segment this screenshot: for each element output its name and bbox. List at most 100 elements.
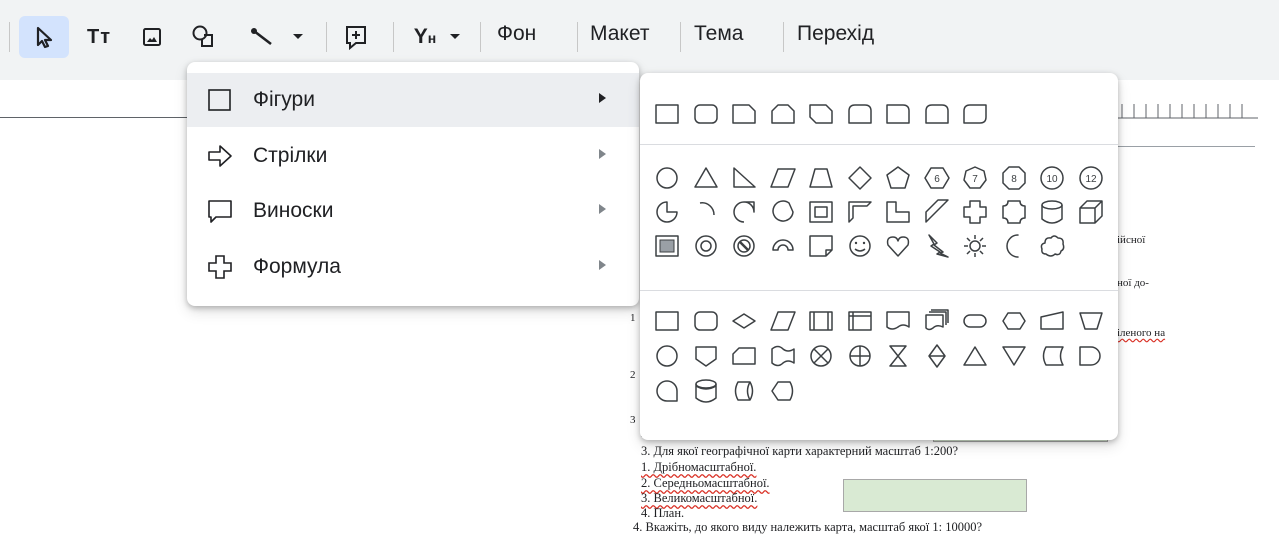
- shape-option[interactable]: [1038, 198, 1066, 226]
- shape-option[interactable]: [884, 100, 912, 128]
- shape-option[interactable]: 8: [1000, 164, 1028, 192]
- shape-option[interactable]: [884, 232, 912, 260]
- menu-item-shapes[interactable]: Фігури: [187, 73, 639, 127]
- shape-option[interactable]: [1000, 198, 1028, 226]
- layout-button[interactable]: Макет: [590, 22, 649, 46]
- arrow-right-icon: [208, 145, 232, 167]
- shape-option[interactable]: [846, 100, 874, 128]
- shape-option[interactable]: [884, 164, 912, 192]
- menu-item-arrows[interactable]: Стрілки: [187, 129, 639, 183]
- shape-option[interactable]: [1038, 232, 1066, 260]
- shape-option[interactable]: [846, 198, 874, 226]
- shape-option[interactable]: [1077, 307, 1105, 335]
- background-button[interactable]: Фон: [497, 22, 536, 46]
- shape-option[interactable]: [730, 307, 758, 335]
- shape-option[interactable]: [692, 232, 720, 260]
- shape-glyph-icon: [1005, 234, 1019, 258]
- doc-text-fragment: ійсної: [1117, 234, 1146, 246]
- shape-glyph-icon: [732, 104, 756, 124]
- shape-option[interactable]: [692, 377, 720, 405]
- shape-option[interactable]: [769, 342, 797, 370]
- shape-option[interactable]: [653, 100, 681, 128]
- input-tools-button[interactable]: Yн: [402, 16, 474, 58]
- shape-tool-button[interactable]: [182, 16, 226, 58]
- shape-option[interactable]: [846, 164, 874, 192]
- shape-glyph-icon: [924, 199, 949, 223]
- shape-option[interactable]: 6: [923, 164, 951, 192]
- shape-option[interactable]: [923, 307, 951, 335]
- menu-item-callouts[interactable]: Виноски: [187, 184, 639, 238]
- shape-option[interactable]: [923, 342, 951, 370]
- shape-option[interactable]: 10: [1038, 164, 1066, 192]
- shape-option[interactable]: [1000, 232, 1028, 260]
- shape-option[interactable]: [961, 100, 989, 128]
- shape-option[interactable]: [1038, 307, 1066, 335]
- shape-option[interactable]: [884, 198, 912, 226]
- shape-option[interactable]: [769, 100, 797, 128]
- shape-option[interactable]: [961, 198, 989, 226]
- shape-option[interactable]: [653, 232, 681, 260]
- shape-option[interactable]: [769, 307, 797, 335]
- shape-option[interactable]: [692, 164, 720, 192]
- shape-glyph-icon: [656, 345, 678, 367]
- line-icon: [251, 28, 272, 46]
- shape-option[interactable]: [961, 307, 989, 335]
- shape-option[interactable]: [769, 377, 797, 405]
- shape-option[interactable]: [730, 342, 758, 370]
- theme-button[interactable]: Тема: [694, 22, 743, 46]
- shape-option[interactable]: [961, 232, 989, 260]
- shape-option[interactable]: 7: [961, 164, 989, 192]
- shape-option[interactable]: [1077, 342, 1105, 370]
- shape-option[interactable]: [846, 342, 874, 370]
- shape-option[interactable]: [807, 232, 835, 260]
- svg-text:6: 6: [934, 174, 940, 185]
- shape-option[interactable]: [1000, 342, 1028, 370]
- shape-glyph-icon: [809, 104, 833, 124]
- new-comment-button[interactable]: [334, 16, 378, 58]
- shape-option[interactable]: [807, 307, 835, 335]
- shape-option[interactable]: [653, 198, 681, 226]
- shape-option[interactable]: [692, 307, 720, 335]
- shape-option[interactable]: 12: [1077, 164, 1105, 192]
- shape-option[interactable]: [923, 232, 951, 260]
- shape-option[interactable]: [730, 232, 758, 260]
- doc-margin-number: 1: [630, 312, 636, 324]
- shape-option[interactable]: [884, 342, 912, 370]
- shape-option[interactable]: [730, 164, 758, 192]
- shape-option[interactable]: [923, 198, 951, 226]
- menu-item-label: Фігури: [253, 88, 315, 111]
- shape-option[interactable]: [807, 198, 835, 226]
- shape-option[interactable]: [653, 342, 681, 370]
- shape-option[interactable]: [1038, 342, 1066, 370]
- shape-option[interactable]: [769, 198, 797, 226]
- shape-option[interactable]: [884, 307, 912, 335]
- shape-option[interactable]: [730, 100, 758, 128]
- shape-icon: [192, 25, 213, 47]
- text-box-button[interactable]: Тт: [76, 16, 122, 58]
- shape-option[interactable]: [846, 232, 874, 260]
- shape-option[interactable]: [653, 164, 681, 192]
- shape-option[interactable]: [769, 232, 797, 260]
- shape-option[interactable]: [807, 164, 835, 192]
- shape-option[interactable]: [769, 164, 797, 192]
- select-tool-button[interactable]: [19, 16, 69, 58]
- shape-glyph-icon: [886, 201, 910, 223]
- shape-option[interactable]: [692, 342, 720, 370]
- line-tool-button[interactable]: [244, 16, 310, 58]
- insert-image-button[interactable]: [132, 16, 172, 58]
- shape-option[interactable]: [961, 342, 989, 370]
- shape-option[interactable]: [653, 307, 681, 335]
- transition-button[interactable]: Перехід: [797, 22, 874, 46]
- shape-option[interactable]: [653, 377, 681, 405]
- shape-option[interactable]: [1000, 307, 1028, 335]
- shape-option[interactable]: [846, 307, 874, 335]
- menu-item-equation[interactable]: Формула: [187, 240, 639, 294]
- shape-option[interactable]: [730, 198, 758, 226]
- shape-option[interactable]: [1077, 198, 1105, 226]
- shape-option[interactable]: [807, 342, 835, 370]
- shape-option[interactable]: [692, 100, 720, 128]
- shape-option[interactable]: [923, 100, 951, 128]
- shape-option[interactable]: [807, 100, 835, 128]
- shape-option[interactable]: [692, 198, 720, 226]
- shape-option[interactable]: [730, 377, 758, 405]
